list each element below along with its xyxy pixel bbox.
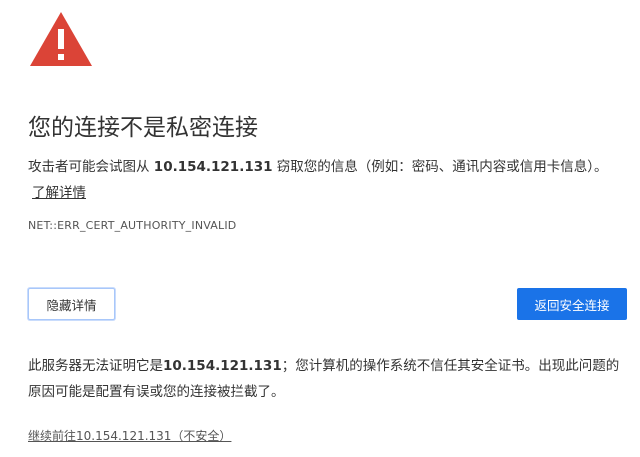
page-title: 您的连接不是私密连接 <box>28 115 258 141</box>
details-host-address: 10.154.121.131 <box>163 358 282 374</box>
warning-description: 攻击者可能会试图从 10.154.121.131 窃取您的信息（例如：密码、通讯… <box>28 154 618 206</box>
hide-details-button[interactable]: 隐藏详情 <box>28 288 115 320</box>
learn-more-link[interactable]: 了解详情 <box>32 185 86 201</box>
error-code: NET::ERR_CERT_AUTHORITY_INVALID <box>28 219 237 232</box>
proceed-unsafe-link[interactable]: 继续前往10.154.121.131（不安全） <box>28 427 231 444</box>
details-text: 此服务器无法证明它是10.154.121.131；您计算机的操作系统不信任其安全… <box>28 353 620 405</box>
description-text: 攻击者可能会试图从 <box>28 159 154 175</box>
host-address: 10.154.121.131 <box>153 159 273 175</box>
warning-triangle-icon <box>30 12 92 66</box>
back-to-safety-button[interactable]: 返回安全连接 <box>517 288 627 320</box>
details-text-start: 此服务器无法证明它是 <box>28 358 163 374</box>
description-text-tail: 窃取您的信息（例如：密码、通讯内容或信用卡信息）。 <box>272 159 608 175</box>
